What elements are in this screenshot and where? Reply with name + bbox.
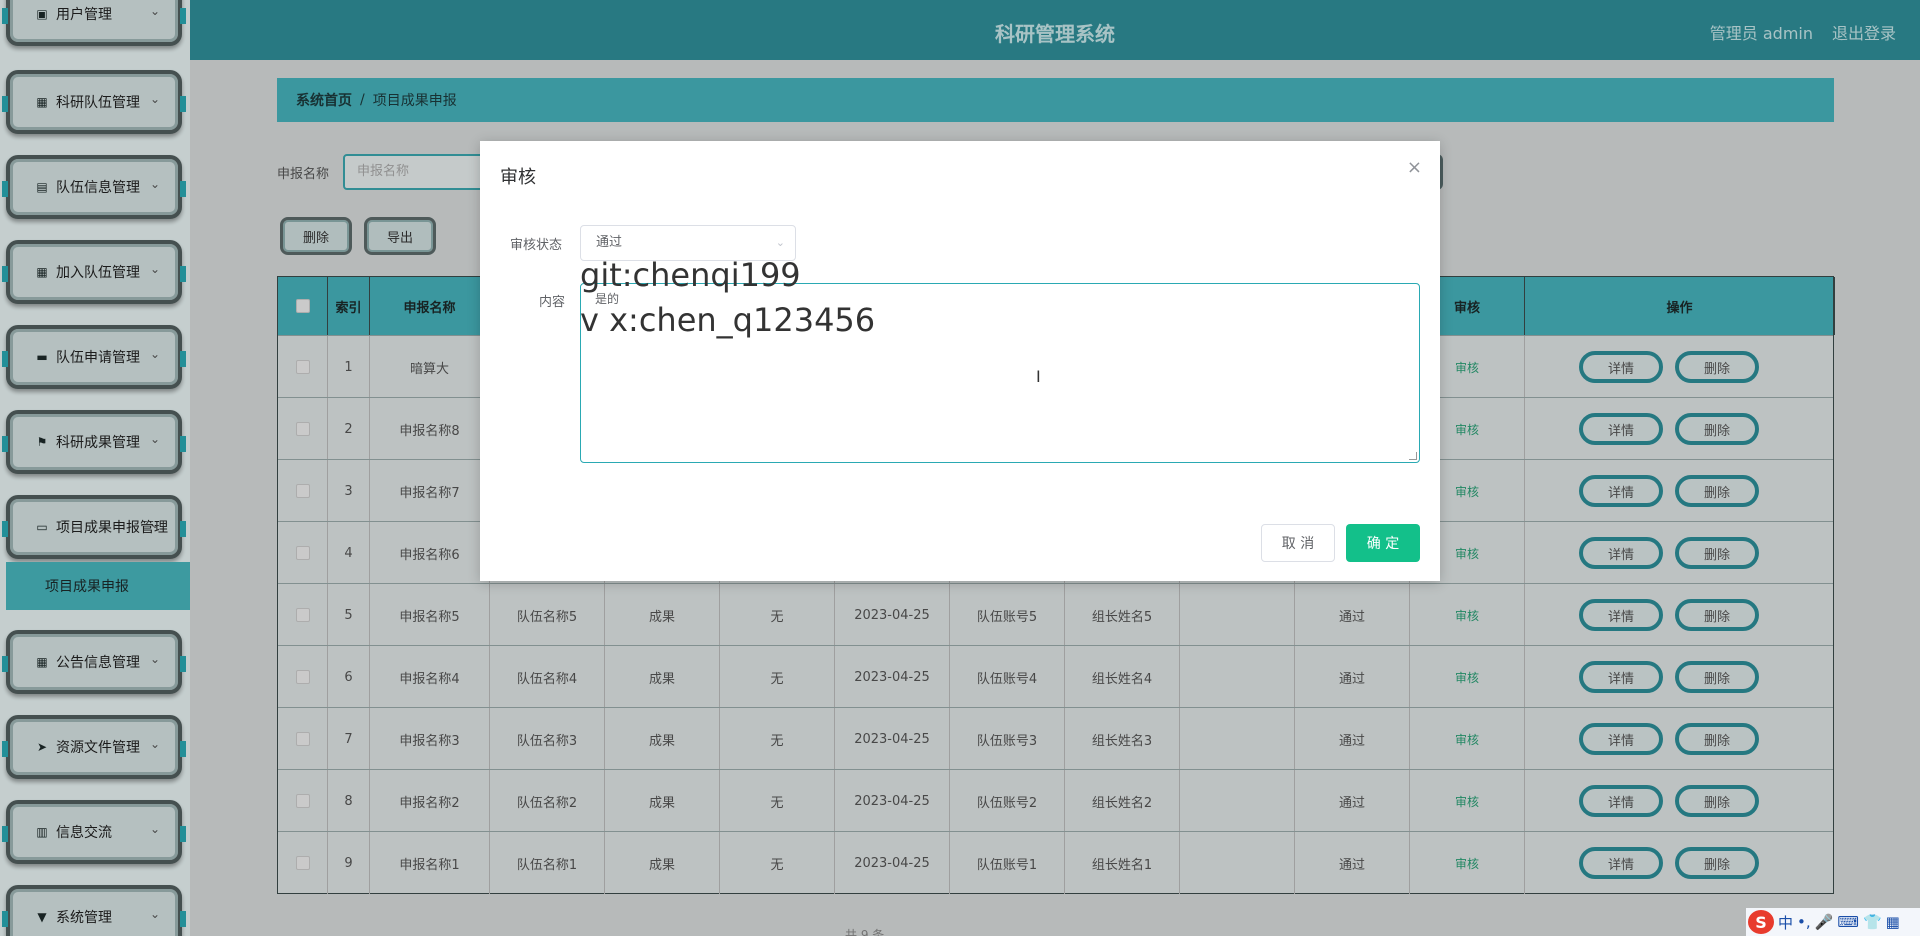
- ime-logo-icon[interactable]: S: [1748, 910, 1774, 934]
- resize-handle[interactable]: [1409, 452, 1417, 460]
- ime-lang-icon[interactable]: 中: [1778, 912, 1793, 933]
- app-root: ▣ 用户管理 ⌄ ▦ 科研队伍管理 ⌄ ▤ 队伍信息管理 ⌄ ▦ 加入队伍管理 ⌄ ▬ 队伍申请管理 ⌄ ⚑ 科…: [0, 0, 1920, 936]
- keyboard-icon[interactable]: ⌨: [1837, 913, 1859, 931]
- audit-dialog: 审核 × 审核状态 通过 ⌄ 内容 是的 I 取 消 确 定: [480, 141, 1440, 581]
- dialog-title: 审核: [500, 167, 536, 188]
- ime-punct-icon[interactable]: •,: [1797, 913, 1811, 931]
- watermark-line2: v x:chen_q123456: [580, 301, 876, 339]
- status-label: 审核状态: [510, 238, 563, 253]
- ime-toolbar: S 中 •, 🎤 ⌨ 👕 ▦: [1746, 908, 1920, 936]
- text-cursor-icon: I: [1036, 367, 1041, 386]
- chevron-down-icon: ⌄: [775, 236, 785, 249]
- mic-icon[interactable]: 🎤: [1815, 913, 1834, 931]
- status-value: 通过: [596, 235, 623, 250]
- grid-icon[interactable]: ▦: [1886, 913, 1900, 931]
- content-label: 内容: [539, 295, 566, 310]
- cancel-button[interactable]: 取 消: [1261, 524, 1335, 562]
- skin-icon[interactable]: 👕: [1863, 913, 1882, 931]
- close-icon[interactable]: ×: [1407, 157, 1422, 178]
- watermark-line1: git:chenqi199: [580, 256, 801, 294]
- confirm-button[interactable]: 确 定: [1346, 524, 1420, 562]
